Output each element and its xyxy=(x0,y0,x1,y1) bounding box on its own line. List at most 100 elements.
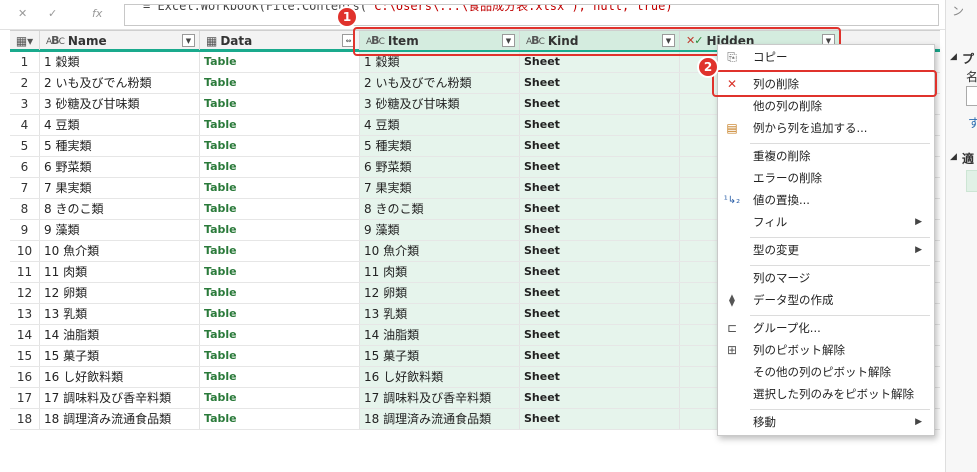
cell-data-table-link[interactable]: Table xyxy=(200,325,360,345)
row-number[interactable]: 15 xyxy=(10,346,40,366)
cell-name[interactable]: 10 魚介類 xyxy=(40,241,200,261)
cell-name[interactable]: 15 菓子類 xyxy=(40,346,200,366)
column-header-data[interactable]: ▦ Data ⇔ xyxy=(200,31,360,50)
row-number[interactable]: 5 xyxy=(10,136,40,156)
row-number[interactable]: 18 xyxy=(10,409,40,429)
cell-data-table-link[interactable]: Table xyxy=(200,136,360,156)
menu-item-create-data-type[interactable]: ⧫ データ型の作成 xyxy=(718,290,934,311)
menu-item-change-type[interactable]: 型の変更 ▶ xyxy=(718,240,934,261)
table-type-icon[interactable]: ▦ xyxy=(206,34,217,48)
cell-kind[interactable]: Sheet xyxy=(520,157,680,177)
row-number[interactable]: 16 xyxy=(10,367,40,387)
cell-kind[interactable]: Sheet xyxy=(520,346,680,366)
cell-item[interactable]: 7 果実類 xyxy=(360,178,520,198)
menu-item-group-by[interactable]: ⊏ グループ化... xyxy=(718,318,934,339)
cell-name[interactable]: 6 野菜類 xyxy=(40,157,200,177)
row-number[interactable]: 4 xyxy=(10,115,40,135)
cell-name[interactable]: 5 種実類 xyxy=(40,136,200,156)
menu-item-add-column-from-examples[interactable]: ▤ 例から列を追加する... xyxy=(718,118,934,139)
name-input[interactable] xyxy=(966,86,977,106)
cell-name[interactable]: 18 調理済み流通食品類 xyxy=(40,409,200,429)
cell-data-table-link[interactable]: Table xyxy=(200,52,360,72)
cell-name[interactable]: 3 砂糖及び甘味類 xyxy=(40,94,200,114)
cell-name[interactable]: 2 いも及びでん粉類 xyxy=(40,73,200,93)
cell-name[interactable]: 1 穀類 xyxy=(40,52,200,72)
cell-kind[interactable]: Sheet xyxy=(520,325,680,345)
cell-name[interactable]: 16 し好飲料類 xyxy=(40,367,200,387)
cell-kind[interactable]: Sheet xyxy=(520,241,680,261)
cell-item[interactable]: 6 野菜類 xyxy=(360,157,520,177)
cell-kind[interactable]: Sheet xyxy=(520,178,680,198)
collapse-triangle-icon[interactable]: ◢ xyxy=(950,152,957,162)
cell-data-table-link[interactable]: Table xyxy=(200,346,360,366)
menu-item-unpivot-other-columns[interactable]: その他の列のピボット解除 xyxy=(718,362,934,383)
cell-kind[interactable]: Sheet xyxy=(520,367,680,387)
cell-data-table-link[interactable]: Table xyxy=(200,241,360,261)
row-number[interactable]: 13 xyxy=(10,304,40,324)
cell-item[interactable]: 11 肉類 xyxy=(360,262,520,282)
all-properties-link[interactable]: す xyxy=(968,114,977,131)
cell-kind[interactable]: Sheet xyxy=(520,304,680,324)
cell-item[interactable]: 8 きのこ類 xyxy=(360,199,520,219)
cell-data-table-link[interactable]: Table xyxy=(200,283,360,303)
panel-chevron-icon[interactable]: ン xyxy=(952,2,964,19)
menu-item-merge-columns[interactable]: 列のマージ xyxy=(718,268,934,289)
cell-kind[interactable]: Sheet xyxy=(520,262,680,282)
row-number[interactable]: 1 xyxy=(10,52,40,72)
cell-name[interactable]: 8 きのこ類 xyxy=(40,199,200,219)
cell-item[interactable]: 5 種実類 xyxy=(360,136,520,156)
cell-name[interactable]: 13 乳類 xyxy=(40,304,200,324)
menu-item-fill[interactable]: フィル ▶ xyxy=(718,212,934,233)
cell-item[interactable]: 13 乳類 xyxy=(360,304,520,324)
column-header-name[interactable]: ABC Name ▼ xyxy=(40,31,200,50)
cell-name[interactable]: 14 油脂類 xyxy=(40,325,200,345)
row-number[interactable]: 3 xyxy=(10,94,40,114)
text-type-icon[interactable]: ABC xyxy=(46,34,65,47)
cell-name[interactable]: 7 果実類 xyxy=(40,178,200,198)
menu-item-remove-errors[interactable]: エラーの削除 xyxy=(718,168,934,189)
cell-kind[interactable]: Sheet xyxy=(520,220,680,240)
collapse-triangle-icon[interactable]: ◢ xyxy=(950,52,957,62)
cell-data-table-link[interactable]: Table xyxy=(200,220,360,240)
row-number[interactable]: 2 xyxy=(10,73,40,93)
cell-name[interactable]: 9 藻類 xyxy=(40,220,200,240)
cell-item[interactable]: 9 藻類 xyxy=(360,220,520,240)
cell-kind[interactable]: Sheet xyxy=(520,283,680,303)
menu-item-copy[interactable]: ⎘ コピー xyxy=(718,47,934,68)
row-number[interactable]: 8 xyxy=(10,199,40,219)
row-number[interactable]: 17 xyxy=(10,388,40,408)
cell-kind[interactable]: Sheet xyxy=(520,409,680,429)
cell-name[interactable]: 4 豆類 xyxy=(40,115,200,135)
cell-item[interactable]: 16 し好飲料類 xyxy=(360,367,520,387)
cell-data-table-link[interactable]: Table xyxy=(200,304,360,324)
cell-kind[interactable]: Sheet xyxy=(520,199,680,219)
cell-data-table-link[interactable]: Table xyxy=(200,115,360,135)
row-number[interactable]: 10 xyxy=(10,241,40,261)
cell-item[interactable]: 4 豆類 xyxy=(360,115,520,135)
filter-dropdown-icon[interactable]: ▼ xyxy=(182,34,195,47)
cell-name[interactable]: 17 調味料及び香辛料類 xyxy=(40,388,200,408)
cell-name[interactable]: 11 肉類 xyxy=(40,262,200,282)
menu-item-move[interactable]: 移動 ▶ xyxy=(718,412,934,433)
cell-data-table-link[interactable]: Table xyxy=(200,157,360,177)
cell-data-table-link[interactable]: Table xyxy=(200,94,360,114)
row-number[interactable]: 12 xyxy=(10,283,40,303)
cell-data-table-link[interactable]: Table xyxy=(200,178,360,198)
row-number[interactable]: 9 xyxy=(10,220,40,240)
cell-item[interactable]: 2 いも及びでん粉類 xyxy=(360,73,520,93)
cell-item[interactable]: 10 魚介類 xyxy=(360,241,520,261)
cell-data-table-link[interactable]: Table xyxy=(200,388,360,408)
cell-kind[interactable]: Sheet xyxy=(520,73,680,93)
confirm-icon[interactable]: ✓ xyxy=(48,7,57,20)
applied-step-item[interactable] xyxy=(966,170,977,192)
cell-item[interactable]: 18 調理済み流通食品類 xyxy=(360,409,520,429)
cell-kind[interactable]: Sheet xyxy=(520,94,680,114)
formula-input[interactable]: = Excel.Workbook(File.Contents("C:\Users… xyxy=(124,4,939,26)
row-number[interactable]: 7 xyxy=(10,178,40,198)
menu-item-remove-other-columns[interactable]: 他の列の削除 xyxy=(718,96,934,117)
cell-item[interactable]: 14 油脂類 xyxy=(360,325,520,345)
cell-kind[interactable]: Sheet xyxy=(520,136,680,156)
cell-data-table-link[interactable]: Table xyxy=(200,262,360,282)
cell-data-table-link[interactable]: Table xyxy=(200,199,360,219)
menu-item-unpivot-columns[interactable]: ⊞ 列のピボット解除 xyxy=(718,340,934,361)
